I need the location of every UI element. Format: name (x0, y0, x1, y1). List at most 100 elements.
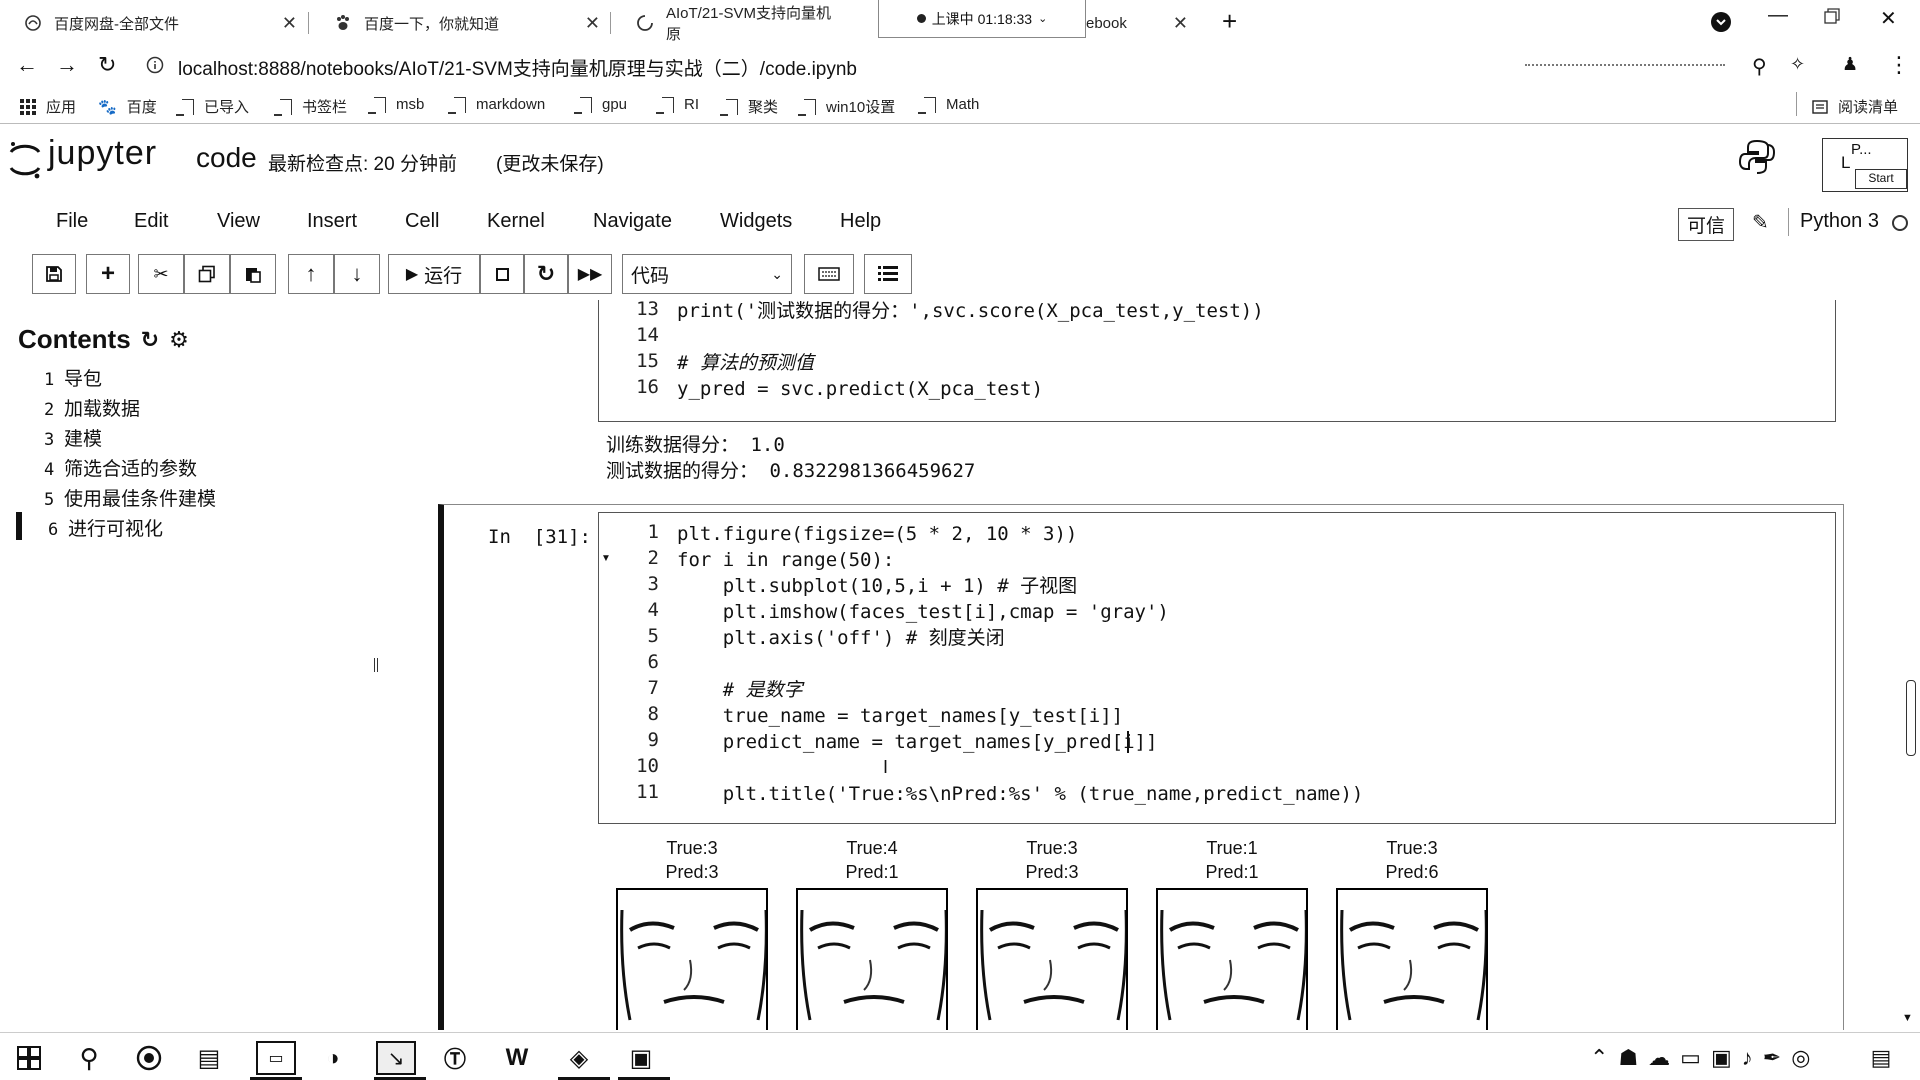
menu-insert[interactable]: Insert (307, 210, 357, 233)
tab-notebook-active[interactable]: AIoT/21-SVM支持向量机原 (612, 4, 844, 43)
notification-icon[interactable]: ▤ (1864, 1041, 1898, 1075)
bookmark-apps[interactable]: 应用 (20, 96, 76, 117)
bookmark-folder[interactable]: 书签栏 (274, 96, 347, 117)
bookmark-baidu[interactable]: 🐾 百度 (98, 96, 157, 117)
menu-help[interactable]: Help (840, 210, 881, 233)
add-cell-button[interactable]: + (86, 254, 130, 294)
menu-view[interactable]: View (217, 210, 260, 233)
browser-app-icon[interactable]: ↘ (376, 1041, 416, 1075)
cut-button[interactable]: ✂ (138, 254, 184, 294)
bookmark-folder[interactable]: 聚类 (720, 96, 778, 117)
notebook-name[interactable]: code (196, 142, 257, 174)
close-tab-icon[interactable]: ✕ (585, 13, 600, 34)
toc-item[interactable]: 2 加载数据 (44, 394, 140, 421)
toc-item[interactable]: 3 建模 (44, 424, 102, 451)
menu-widgets[interactable]: Widgets (720, 210, 792, 233)
recording-timer[interactable]: 上课中 01:18:33 ⌄ (878, 0, 1086, 38)
taskbar-app-icon[interactable]: ▭ (256, 1041, 296, 1075)
cloud-icon[interactable]: ☁ (1648, 1045, 1670, 1071)
zoom-icon[interactable]: ⚲ (1752, 54, 1767, 79)
bookmark-folder[interactable]: msb (368, 96, 424, 114)
refresh-icon[interactable]: ↻ (141, 327, 159, 353)
file-explorer-icon[interactable]: ▤ (192, 1041, 226, 1075)
toc-item[interactable]: 4 筛选合适的参数 (44, 454, 197, 481)
save-button[interactable] (32, 254, 76, 294)
move-up-button[interactable]: ↑ (288, 254, 334, 294)
toc-toggle-button[interactable] (864, 254, 912, 294)
reading-list[interactable]: 阅读清单 (1812, 96, 1898, 117)
cell-type-select[interactable]: 代码 ⌄ (622, 254, 792, 294)
tray-app-icon[interactable]: ☗ (1618, 1045, 1638, 1071)
interrupt-button[interactable] (480, 254, 524, 294)
tray-app-icon[interactable]: ▭ (1680, 1045, 1701, 1071)
close-tab-icon[interactable]: ✕ (282, 13, 297, 34)
scroll-down-arrow-icon[interactable]: ▼ (1902, 1012, 1913, 1024)
bookmark-folder[interactable]: gpu (574, 96, 627, 114)
tab-baidu-search[interactable]: 百度一下，你就知道 ✕ (310, 4, 608, 42)
account-icon[interactable]: ♟ (1842, 54, 1858, 75)
pen-icon[interactable]: ✒ (1763, 1045, 1781, 1071)
close-window-button[interactable]: ✕ (1880, 6, 1897, 31)
tray-app-icon[interactable]: ◎ (1791, 1045, 1810, 1071)
bookmark-folder[interactable]: Math (918, 96, 979, 114)
code-editor[interactable]: 1 plt.figure(figsize=(5 * 2, 10 * 3)) ▼ … (598, 512, 1836, 824)
tab-ebook[interactable]: ebook ✕ (1086, 4, 1198, 42)
new-tab-button[interactable]: + (1222, 6, 1237, 37)
close-tab-icon[interactable]: ✕ (1173, 13, 1188, 34)
display-icon[interactable]: ▣ (1711, 1045, 1732, 1071)
restart-run-all-button[interactable]: ▶▶ (568, 254, 612, 294)
back-arrow-icon[interactable]: ← (16, 52, 38, 78)
chevron-up-icon[interactable]: ⌃ (1590, 1045, 1608, 1071)
menu-navigate[interactable]: Navigate (593, 210, 672, 233)
folder-icon (918, 96, 936, 114)
reload-icon[interactable]: ↻ (98, 52, 116, 78)
taskbar-app-icon[interactable]: ▣ (624, 1041, 658, 1075)
restore-button[interactable] (1824, 8, 1840, 24)
info-icon[interactable] (146, 56, 164, 74)
sidebar-resize-handle[interactable] (374, 658, 378, 672)
taskbar-app-icon[interactable]: ◑ (316, 1041, 350, 1075)
menu-cell[interactable]: Cell (405, 210, 439, 233)
windows-start-icon[interactable] (12, 1041, 46, 1075)
gear-icon[interactable]: ⚙ (169, 327, 189, 353)
scrollbar-thumb[interactable] (1906, 680, 1916, 756)
menu-file[interactable]: File (56, 210, 88, 233)
toc-item[interactable]: 1 导包 (44, 364, 102, 391)
browser-menu-icon[interactable]: ⋮ (1888, 52, 1910, 78)
speaker-icon[interactable]: ♪ (1742, 1045, 1753, 1071)
minimize-button[interactable]: — (1768, 4, 1788, 27)
bookmark-folder[interactable]: 已导入 (176, 96, 249, 117)
line-number: 8 (647, 703, 659, 725)
edit-pencil-icon[interactable]: ✎ (1752, 210, 1769, 235)
url-text[interactable]: localhost:8888/notebooks/AIoT/21-SVM支持向量… (178, 54, 857, 81)
forward-arrow-icon[interactable]: → (56, 52, 78, 78)
bookmark-folder[interactable]: RI (656, 96, 699, 114)
paste-button[interactable] (230, 254, 276, 294)
toc-item-active[interactable]: 6 进行可视化 (48, 514, 163, 541)
menu-kernel[interactable]: Kernel (487, 210, 545, 233)
wps-app-icon[interactable]: W (500, 1041, 534, 1075)
bookmark-folder[interactable]: markdown (448, 96, 545, 114)
tab-baidu-pan[interactable]: 百度网盘-全部文件 ✕ (0, 4, 305, 42)
extension-icon[interactable]: ✧ (1790, 54, 1805, 75)
scissors-icon: ✂ (153, 263, 169, 284)
rise-widget[interactable]: P... L Start (1822, 138, 1908, 192)
start-button[interactable]: Start (1855, 169, 1907, 189)
bookmark-folder[interactable]: win10设置 (798, 96, 895, 117)
copy-button[interactable] (184, 254, 230, 294)
search-icon[interactable]: ⚲ (72, 1041, 106, 1075)
task-view-icon[interactable] (132, 1041, 166, 1075)
menu-edit[interactable]: Edit (134, 210, 168, 233)
jupyter-logo-icon[interactable] (8, 138, 42, 182)
taskbar-app-icon[interactable]: ◈ (562, 1041, 596, 1075)
previous-code-cell[interactable]: 13 print('测试数据的得分：',svc.score(X_pca_test… (598, 300, 1836, 422)
move-down-button[interactable]: ↓ (334, 254, 380, 294)
toc-item[interactable]: 5 使用最佳条件建模 (44, 484, 216, 511)
trusted-badge[interactable]: 可信 (1678, 208, 1735, 241)
typora-app-icon[interactable]: Ⓣ (438, 1041, 472, 1075)
run-button[interactable]: ▶ 运行 (388, 254, 480, 294)
command-palette-button[interactable] (804, 254, 854, 294)
kernel-name[interactable]: Python 3 (1800, 210, 1879, 233)
profile-icon[interactable] (1710, 11, 1732, 33)
restart-button[interactable]: ↻ (524, 254, 568, 294)
